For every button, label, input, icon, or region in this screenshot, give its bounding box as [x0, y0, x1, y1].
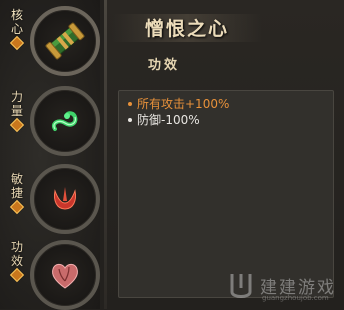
- red-claw-icon: [54, 187, 76, 210]
- watermark-logo-icon: [230, 274, 252, 298]
- tab-core-char-2: 心: [10, 22, 23, 36]
- green-serpent-icon: [52, 111, 78, 131]
- heart-icon: [52, 263, 78, 289]
- bullet-icon: [128, 118, 132, 122]
- tab-strength-char-1: 力: [10, 90, 23, 104]
- gem-icon: [9, 267, 25, 283]
- tab-efficacy-char-2: 效: [10, 254, 23, 268]
- core-item-slot[interactable]: [30, 6, 100, 76]
- effect-text-2: 防御-100%: [137, 113, 200, 127]
- tab-agility-char-2: 捷: [10, 186, 23, 200]
- effect-text-1: 所有攻击+100%: [137, 97, 230, 111]
- gem-icon: [9, 117, 25, 133]
- tab-strength-char-2: 量: [10, 104, 23, 118]
- tab-efficacy[interactable]: 功 效: [6, 240, 28, 283]
- bullet-icon: [128, 102, 132, 106]
- gem-icon: [9, 35, 25, 51]
- tab-core-char-1: 核: [10, 8, 23, 22]
- scroll-icon: [45, 22, 85, 60]
- item-title: 憎恨之心: [145, 18, 230, 40]
- strength-item-slot[interactable]: [30, 86, 100, 156]
- watermark-url: guangzhoujob.com: [262, 294, 329, 302]
- gem-icon: [9, 199, 25, 215]
- section-heading: 功效: [148, 58, 181, 73]
- tab-core[interactable]: 核 心: [6, 8, 28, 51]
- agility-item-slot[interactable]: [30, 164, 100, 234]
- efficacy-item-slot[interactable]: [30, 240, 100, 310]
- effect-line-1: 所有攻击+100%: [128, 97, 229, 111]
- tab-efficacy-char-1: 功: [10, 240, 23, 254]
- tab-agility-char-1: 敏: [10, 172, 23, 186]
- tab-strength[interactable]: 力 量: [6, 90, 28, 133]
- tab-agility[interactable]: 敏 捷: [6, 172, 28, 215]
- effect-line-2: 防御-100%: [128, 113, 200, 127]
